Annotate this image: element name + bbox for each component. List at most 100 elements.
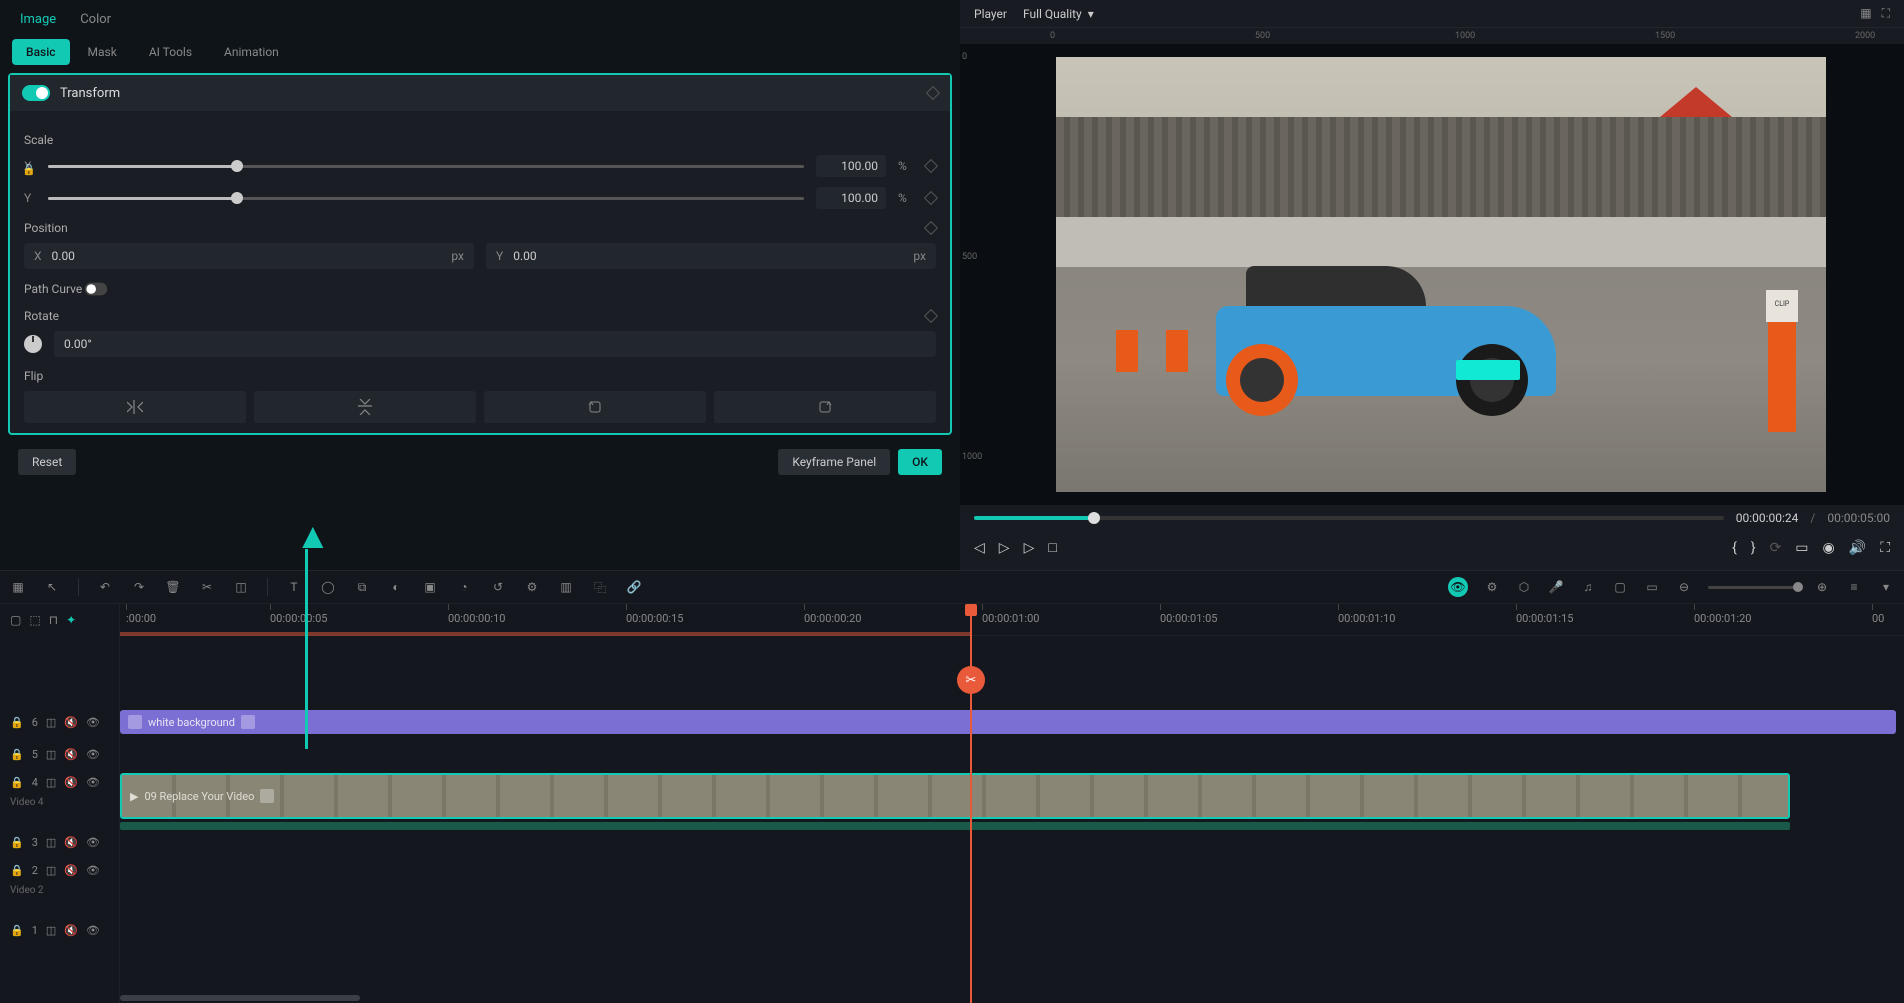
position-x-input[interactable]: X 0.00 px [24,243,474,269]
track-target-icon[interactable]: ◫ [46,864,56,877]
clip-replace-video[interactable]: ▶ 09 Replace Your Video [120,773,1790,819]
scale-y-keyframe-icon[interactable] [924,191,938,205]
progress-slider[interactable] [974,516,1724,520]
tab-color[interactable]: Color [80,12,111,27]
snapshot-button[interactable]: ◉ [1823,540,1835,556]
fullscreen-button[interactable]: ⛶ [1880,540,1890,556]
display-button[interactable]: ▭ [1795,540,1808,556]
track-lock-icon[interactable]: 🔒 [10,716,24,729]
rotate-knob[interactable] [24,335,42,353]
scissors-icon[interactable]: ✂ [957,666,985,694]
next-frame-button[interactable]: ▷ [1024,540,1035,556]
track-eye-icon[interactable]: 👁 [86,924,100,937]
mark-in-button[interactable]: { [1732,540,1737,556]
cut-icon[interactable]: ✂ [199,580,215,594]
layers-icon[interactable]: ▢ [1612,580,1628,594]
gear-icon[interactable]: ⚙ [1484,580,1500,594]
group-icon[interactable]: ▥ [558,580,574,594]
track-mute-icon[interactable]: 🔇 [64,776,78,789]
position-keyframe-icon[interactable] [924,221,938,235]
video-preview[interactable]: CLIP [1056,57,1826,492]
time-ruler[interactable]: :00:00 00:00:00:05 00:00:00:10 00:00:00:… [120,604,1904,636]
track-lock-icon[interactable]: 🔒 [10,924,24,937]
track-lock-icon[interactable]: 🔒 [10,864,24,877]
track-eye-icon[interactable]: 👁 [86,836,100,849]
scale-y-value[interactable]: 100.00 [816,187,886,209]
speed-icon[interactable]: ◔ [456,580,472,594]
rotate-value[interactable]: 0.00° [54,331,936,357]
subtab-basic[interactable]: Basic [12,39,70,65]
tool-select-icon[interactable]: ▦ [10,580,26,594]
track-eye-icon[interactable]: 👁 [86,864,100,877]
ok-button[interactable]: OK [898,449,942,475]
stop-button[interactable]: □ [1048,539,1056,556]
scale-y-slider[interactable] [48,197,804,200]
tool-pointer-icon[interactable]: ↖ [44,580,60,594]
horizontal-scrollbar[interactable] [120,995,1904,1003]
scale-x-value[interactable]: 100.00 [816,155,886,177]
subtab-ai-tools[interactable]: AI Tools [135,39,206,65]
delete-icon[interactable]: 🗑 [165,580,181,594]
keyframe-panel-button[interactable]: Keyframe Panel [778,449,890,475]
track-lock-icon[interactable]: 🔒 [10,748,24,761]
scale-lock-icon[interactable]: 🔒 [22,163,36,176]
transform-keyframe-icon[interactable] [926,86,940,100]
text-icon[interactable]: T [286,580,302,594]
magnet-icon[interactable]: ⊓ [49,613,58,627]
track-mute-icon[interactable]: 🔇 [64,864,78,877]
track-eye-icon[interactable]: 👁 [86,716,100,729]
effect-icon[interactable]: ▣ [422,580,438,594]
scale-x-keyframe-icon[interactable] [924,159,938,173]
rotate-cw-button[interactable] [714,391,936,423]
image-icon[interactable]: ⛶ [1882,6,1890,21]
crop-icon[interactable]: ◫ [233,580,249,594]
mic-icon[interactable]: 🎤 [1548,580,1564,594]
track-eye-icon[interactable]: 👁 [86,748,100,761]
shield-icon[interactable]: ⬡ [1516,580,1532,594]
music-icon[interactable]: ♫ [1580,580,1596,594]
zoom-out-icon[interactable]: ⊖ [1676,580,1692,594]
track-lock-icon[interactable]: 🔒 [10,836,24,849]
auto-icon[interactable]: ✦ [66,613,76,627]
subtab-animation[interactable]: Animation [210,39,293,65]
rotate-keyframe-icon[interactable] [924,309,938,323]
flip-vertical-button[interactable] [254,391,476,423]
volume-button[interactable]: 🔊 [1849,540,1866,556]
track-target-icon[interactable]: ◫ [46,924,56,937]
mask-tool-icon[interactable]: ◐ [388,580,404,594]
snap-icon[interactable]: ⬚ [29,613,40,627]
redo-icon[interactable]: ↷ [131,580,147,594]
path-curve-toggle[interactable] [85,283,107,296]
eye-active-icon[interactable]: 👁 [1448,577,1468,597]
reverse-icon[interactable]: ↺ [490,580,506,594]
frame-icon[interactable]: ▭ [1644,580,1660,594]
link-icon[interactable]: ⧉ [354,580,370,595]
subtab-mask[interactable]: Mask [74,39,131,65]
adjust-icon[interactable]: ⚙ [524,580,540,594]
shape-icon[interactable]: ◯ [320,580,336,594]
track-mute-icon[interactable]: 🔇 [64,836,78,849]
marker-icon[interactable]: ▢ [10,613,21,627]
expand-icon[interactable]: ▾ [1878,580,1894,594]
track-mute-icon[interactable]: 🔇 [64,924,78,937]
duplicate-icon[interactable]: ⿻ [592,579,608,596]
position-y-input[interactable]: Y 0.00 px [486,243,936,269]
flip-horizontal-button[interactable] [24,391,246,423]
quality-dropdown[interactable]: Full Quality ▾ [1023,7,1094,21]
track-lock-icon[interactable]: 🔒 [10,776,24,789]
list-icon[interactable]: ≡ [1846,580,1862,594]
keyframe-icon[interactable]: 🔗 [626,580,642,594]
transform-toggle[interactable] [22,85,50,101]
zoom-slider[interactable] [1708,586,1798,589]
grid-icon[interactable]: ▦ [1860,6,1871,21]
mark-out-button[interactable]: } [1751,540,1756,556]
clip-white-background[interactable]: white background [120,710,1896,734]
playhead[interactable]: ✂ [970,604,972,1003]
track-target-icon[interactable]: ◫ [46,776,56,789]
track-mute-icon[interactable]: 🔇 [64,748,78,761]
track-eye-icon[interactable]: 👁 [86,776,100,789]
play-button[interactable]: ▷ [999,540,1010,556]
zoom-in-icon[interactable]: ⊕ [1814,580,1830,594]
rotate-ccw-button[interactable] [484,391,706,423]
track-target-icon[interactable]: ◫ [46,748,56,761]
